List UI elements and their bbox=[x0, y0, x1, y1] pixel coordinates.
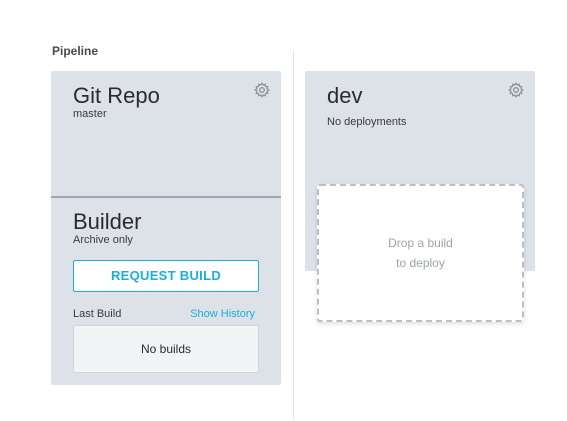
pipeline-page: Pipeline Git Repo master Builder Archive… bbox=[0, 0, 567, 421]
drop-zone-line-1: Drop a build bbox=[388, 236, 453, 250]
source-builder-card: Git Repo master Builder Archive only REQ… bbox=[51, 71, 281, 385]
show-history-link[interactable]: Show History bbox=[190, 308, 255, 320]
pipeline-heading: Pipeline bbox=[52, 44, 99, 58]
request-build-button[interactable]: REQUEST BUILD bbox=[73, 260, 259, 292]
drop-zone-text: Drop a build to deploy bbox=[376, 233, 466, 273]
gear-icon[interactable] bbox=[254, 82, 270, 98]
builder-subtitle: Archive only bbox=[73, 234, 133, 246]
source-branch: master bbox=[73, 108, 107, 120]
environment-status: No deployments bbox=[327, 116, 407, 128]
gear-icon[interactable] bbox=[508, 82, 524, 98]
environment-title: dev bbox=[327, 83, 363, 108]
no-builds-box: No builds bbox=[73, 325, 259, 373]
source-title: Git Repo bbox=[73, 83, 160, 108]
builder-title: Builder bbox=[73, 209, 142, 234]
last-build-label: Last Build bbox=[73, 308, 122, 320]
section-divider bbox=[51, 196, 281, 198]
deploy-drop-zone[interactable]: Drop a build to deploy bbox=[317, 184, 524, 322]
drop-zone-line-2: to deploy bbox=[396, 256, 445, 270]
column-divider bbox=[293, 50, 294, 420]
